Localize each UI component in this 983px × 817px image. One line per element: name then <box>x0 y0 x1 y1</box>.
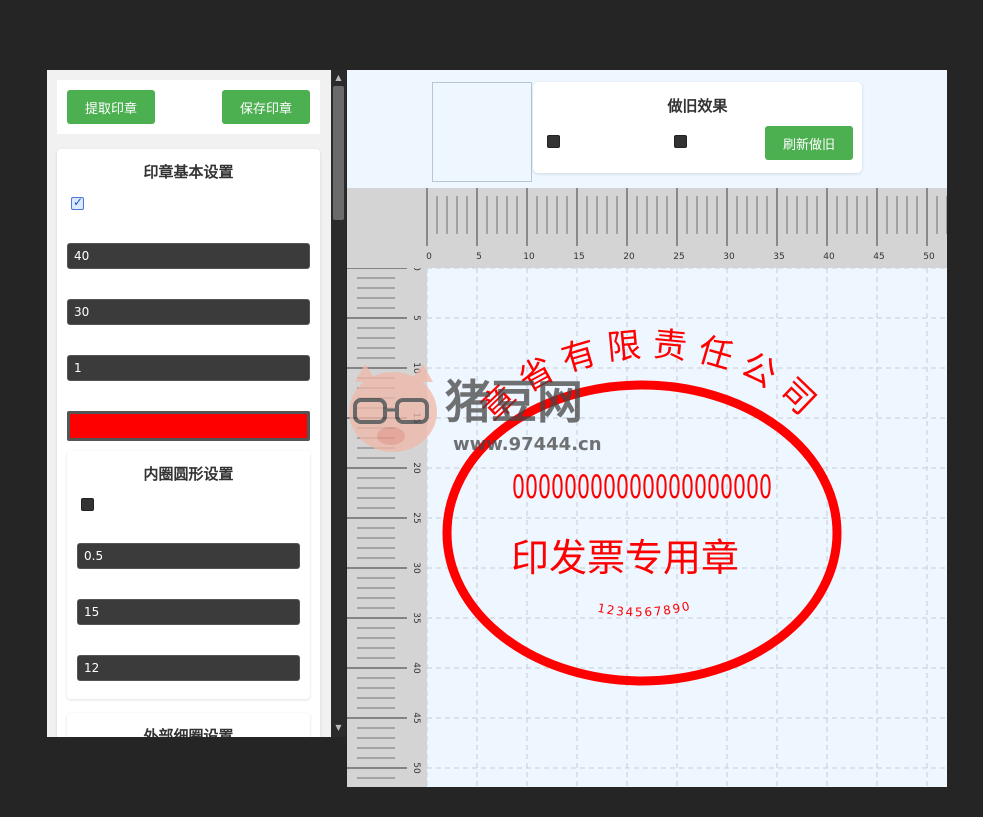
save-stamp-button[interactable]: 保存印章 <box>222 90 310 124</box>
ruler-v-label: 40 <box>411 662 421 674</box>
settings-panel: 提取印章 保存印章 印章基本设置 40 30 1 内圈圆形设置 0.5 15 1… <box>47 70 331 737</box>
ruler-h-label: 10 <box>523 252 535 262</box>
inner-height-input[interactable]: 12 <box>77 655 300 681</box>
ruler-v-label: 45 <box>411 712 421 723</box>
ruler-v-label: 0 <box>411 268 421 271</box>
inner-circle-card: 内圈圆形设置 0.5 15 12 <box>67 451 310 699</box>
ruler-h-label: 0 <box>426 252 432 262</box>
ruler-v-label: 20 <box>411 462 421 474</box>
extract-stamp-button[interactable]: 提取印章 <box>67 90 155 124</box>
ruler-h-label: 25 <box>673 252 684 262</box>
stamp-color-picker[interactable] <box>67 411 310 441</box>
refresh-aging-button[interactable]: 刷新做旧 <box>765 126 853 160</box>
ruler-h-label: 5 <box>476 252 482 262</box>
stamp-height-input[interactable]: 30 <box>67 299 310 325</box>
basic-settings-title: 印章基本设置 <box>143 163 234 181</box>
vertical-ruler: 05101520253035404550 <box>347 268 427 787</box>
inner-width-input[interactable]: 15 <box>77 599 300 625</box>
ruler-h-label: 30 <box>723 252 735 262</box>
ruler-h-label: 50 <box>923 252 935 262</box>
inner-line-width-input[interactable]: 0.5 <box>77 543 300 569</box>
scroll-down-icon[interactable]: ▼ <box>333 722 344 734</box>
stamp-preview-box <box>432 82 532 182</box>
watermark-url-text: www.97444.cn <box>453 434 602 455</box>
ruler-v-label: 25 <box>411 512 421 523</box>
border-width-input[interactable]: 1 <box>67 355 310 381</box>
aging-effect-card: 做旧效果 刷新做旧 <box>533 82 862 173</box>
pig-mascot-icon <box>349 364 437 452</box>
ruler-h-label: 35 <box>773 252 784 262</box>
panel-scrollbar[interactable]: ▲ ▼ <box>331 70 346 737</box>
ruler-h-label: 15 <box>573 252 584 262</box>
inner-circle-title: 内圈圆形设置 <box>143 465 234 483</box>
action-bar: 提取印章 保存印章 <box>57 80 320 134</box>
basic-settings-card: 印章基本设置 40 30 1 内圈圆形设置 0.5 15 12 外部细圈设置 <box>57 149 320 737</box>
scroll-up-icon[interactable]: ▲ <box>333 72 344 84</box>
ruler-h-label: 40 <box>823 252 835 262</box>
ruler-h-label: 45 <box>873 252 884 262</box>
ruler-h-label: 20 <box>623 252 635 262</box>
stamp-code-text: 00000000000000000000 <box>512 468 772 506</box>
stamp-type-text: 印发票专用章 <box>511 536 739 580</box>
aging-checkbox-1[interactable] <box>547 135 560 148</box>
ruler-v-label: 30 <box>411 562 421 574</box>
outer-circle-title: 外部细圈设置 <box>143 727 234 737</box>
stamp-serial-text: 1234567890 <box>596 599 693 620</box>
horizontal-ruler: 0 5 10 15 20 25 30 35 40 45 50 <box>347 188 947 268</box>
watermark-brand-text: 猪豆网 <box>445 375 583 429</box>
watermark: 猪豆网 www.97444.cn <box>349 364 602 455</box>
basic-enable-checkbox[interactable] <box>71 195 84 210</box>
stamp-width-input[interactable]: 40 <box>67 243 310 269</box>
aging-checkbox-2[interactable] <box>674 135 687 148</box>
ruler-v-label: 5 <box>411 315 421 321</box>
ruler-v-label: 50 <box>411 762 421 774</box>
scroll-thumb[interactable] <box>333 86 344 220</box>
stamp-canvas[interactable]: 章省有限责任公司 00000000000000000000 印发票专用章 123… <box>427 268 947 787</box>
outer-circle-card: 外部细圈设置 <box>67 713 310 737</box>
ruler-v-label: 35 <box>411 612 421 623</box>
inner-circle-checkbox[interactable] <box>81 498 94 511</box>
aging-effect-title: 做旧效果 <box>667 97 728 115</box>
